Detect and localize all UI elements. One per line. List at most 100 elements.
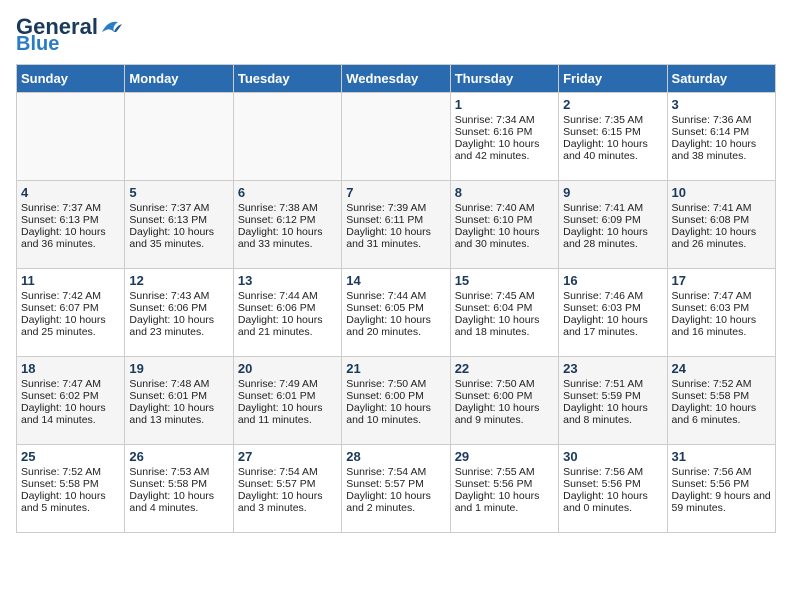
cell-info: Sunrise: 7:41 AM xyxy=(563,202,662,214)
cell-info: Sunset: 6:06 PM xyxy=(238,302,337,314)
calendar-week-2: 4Sunrise: 7:37 AMSunset: 6:13 PMDaylight… xyxy=(17,181,776,269)
calendar-cell: 25Sunrise: 7:52 AMSunset: 5:58 PMDayligh… xyxy=(17,445,125,533)
calendar-cell: 21Sunrise: 7:50 AMSunset: 6:00 PMDayligh… xyxy=(342,357,450,445)
calendar-cell: 31Sunrise: 7:56 AMSunset: 5:56 PMDayligh… xyxy=(667,445,775,533)
cell-info: Sunrise: 7:50 AM xyxy=(455,378,554,390)
calendar-cell: 22Sunrise: 7:50 AMSunset: 6:00 PMDayligh… xyxy=(450,357,558,445)
cell-info: Daylight: 10 hours and 20 minutes. xyxy=(346,314,445,338)
cell-info: Sunrise: 7:44 AM xyxy=(346,290,445,302)
cell-info: Daylight: 10 hours and 38 minutes. xyxy=(672,138,771,162)
cell-info: Sunset: 6:13 PM xyxy=(21,214,120,226)
cell-info: Daylight: 10 hours and 4 minutes. xyxy=(129,490,228,514)
cell-info: Sunrise: 7:41 AM xyxy=(672,202,771,214)
day-number: 16 xyxy=(563,273,662,288)
cell-info: Sunset: 5:58 PM xyxy=(21,478,120,490)
calendar-cell xyxy=(342,93,450,181)
logo: General Blue xyxy=(16,16,122,54)
calendar-cell: 8Sunrise: 7:40 AMSunset: 6:10 PMDaylight… xyxy=(450,181,558,269)
day-number: 4 xyxy=(21,185,120,200)
cell-info: Daylight: 10 hours and 30 minutes. xyxy=(455,226,554,250)
cell-info: Sunset: 5:58 PM xyxy=(129,478,228,490)
day-number: 20 xyxy=(238,361,337,376)
cell-info: Sunset: 6:01 PM xyxy=(129,390,228,402)
cell-info: Sunrise: 7:47 AM xyxy=(21,378,120,390)
day-number: 24 xyxy=(672,361,771,376)
cell-info: Sunset: 6:13 PM xyxy=(129,214,228,226)
calendar-cell: 5Sunrise: 7:37 AMSunset: 6:13 PMDaylight… xyxy=(125,181,233,269)
day-number: 14 xyxy=(346,273,445,288)
calendar-header-row: SundayMondayTuesdayWednesdayThursdayFrid… xyxy=(17,65,776,93)
cell-info: Sunrise: 7:54 AM xyxy=(346,466,445,478)
day-number: 11 xyxy=(21,273,120,288)
calendar-cell: 3Sunrise: 7:36 AMSunset: 6:14 PMDaylight… xyxy=(667,93,775,181)
cell-info: Sunrise: 7:37 AM xyxy=(129,202,228,214)
calendar-cell xyxy=(125,93,233,181)
cell-info: Daylight: 10 hours and 33 minutes. xyxy=(238,226,337,250)
cell-info: Daylight: 10 hours and 28 minutes. xyxy=(563,226,662,250)
day-number: 29 xyxy=(455,449,554,464)
calendar-cell: 20Sunrise: 7:49 AMSunset: 6:01 PMDayligh… xyxy=(233,357,341,445)
calendar-cell: 16Sunrise: 7:46 AMSunset: 6:03 PMDayligh… xyxy=(559,269,667,357)
calendar-cell: 12Sunrise: 7:43 AMSunset: 6:06 PMDayligh… xyxy=(125,269,233,357)
day-number: 23 xyxy=(563,361,662,376)
cell-info: Sunrise: 7:36 AM xyxy=(672,114,771,126)
day-header-thursday: Thursday xyxy=(450,65,558,93)
calendar-cell: 23Sunrise: 7:51 AMSunset: 5:59 PMDayligh… xyxy=(559,357,667,445)
cell-info: Sunrise: 7:34 AM xyxy=(455,114,554,126)
day-number: 10 xyxy=(672,185,771,200)
day-number: 18 xyxy=(21,361,120,376)
cell-info: Daylight: 10 hours and 11 minutes. xyxy=(238,402,337,426)
day-number: 2 xyxy=(563,97,662,112)
cell-info: Sunset: 5:59 PM xyxy=(563,390,662,402)
cell-info: Sunset: 6:09 PM xyxy=(563,214,662,226)
cell-info: Sunrise: 7:37 AM xyxy=(21,202,120,214)
cell-info: Sunset: 6:07 PM xyxy=(21,302,120,314)
calendar-table: SundayMondayTuesdayWednesdayThursdayFrid… xyxy=(16,64,776,533)
cell-info: Sunrise: 7:47 AM xyxy=(672,290,771,302)
cell-info: Daylight: 10 hours and 6 minutes. xyxy=(672,402,771,426)
day-header-monday: Monday xyxy=(125,65,233,93)
day-number: 1 xyxy=(455,97,554,112)
logo-bird-icon xyxy=(100,18,122,36)
day-number: 7 xyxy=(346,185,445,200)
cell-info: Daylight: 9 hours and 59 minutes. xyxy=(672,490,771,514)
cell-info: Sunset: 6:00 PM xyxy=(455,390,554,402)
day-number: 27 xyxy=(238,449,337,464)
cell-info: Sunrise: 7:40 AM xyxy=(455,202,554,214)
calendar-cell: 26 Sunrise: 7:53 AMSunset: 5:58 PMDayligh… xyxy=(125,445,233,533)
cell-info: Sunrise: 7:42 AM xyxy=(21,290,120,302)
cell-info: Daylight: 10 hours and 8 minutes. xyxy=(563,402,662,426)
day-number: 9 xyxy=(563,185,662,200)
cell-info: Sunset: 6:11 PM xyxy=(346,214,445,226)
cell-info: Sunrise: 7:35 AM xyxy=(563,114,662,126)
cell-info: Daylight: 10 hours and 17 minutes. xyxy=(563,314,662,338)
day-number: 21 xyxy=(346,361,445,376)
cell-info: Daylight: 10 hours and 5 minutes. xyxy=(21,490,120,514)
cell-info: Sunset: 6:02 PM xyxy=(21,390,120,402)
calendar-cell: 24Sunrise: 7:52 AMSunset: 5:58 PMDayligh… xyxy=(667,357,775,445)
cell-info: Sunrise: 7:48 AM xyxy=(129,378,228,390)
day-number: 28 xyxy=(346,449,445,464)
day-number: 5 xyxy=(129,185,228,200)
cell-info: Sunset: 6:03 PM xyxy=(672,302,771,314)
day-header-sunday: Sunday xyxy=(17,65,125,93)
cell-info: Sunset: 5:56 PM xyxy=(455,478,554,490)
calendar-cell: 9 Sunrise: 7:41 AMSunset: 6:09 PMDaylight… xyxy=(559,181,667,269)
day-header-friday: Friday xyxy=(559,65,667,93)
cell-info: Daylight: 10 hours and 31 minutes. xyxy=(346,226,445,250)
logo-blue-text: Blue xyxy=(16,34,59,54)
day-header-tuesday: Tuesday xyxy=(233,65,341,93)
cell-info: Sunset: 5:56 PM xyxy=(672,478,771,490)
cell-info: Daylight: 10 hours and 26 minutes. xyxy=(672,226,771,250)
page-header: General Blue xyxy=(16,16,776,54)
day-number: 26 xyxy=(129,449,228,464)
cell-info: Sunset: 6:06 PM xyxy=(129,302,228,314)
cell-info: Sunset: 6:03 PM xyxy=(563,302,662,314)
day-number: 12 xyxy=(129,273,228,288)
day-number: 13 xyxy=(238,273,337,288)
day-number: 30 xyxy=(563,449,662,464)
cell-info: Sunrise: 7:53 AM xyxy=(129,466,228,478)
cell-info: Daylight: 10 hours and 25 minutes. xyxy=(21,314,120,338)
cell-info: Daylight: 10 hours and 2 minutes. xyxy=(346,490,445,514)
cell-info: Daylight: 10 hours and 23 minutes. xyxy=(129,314,228,338)
